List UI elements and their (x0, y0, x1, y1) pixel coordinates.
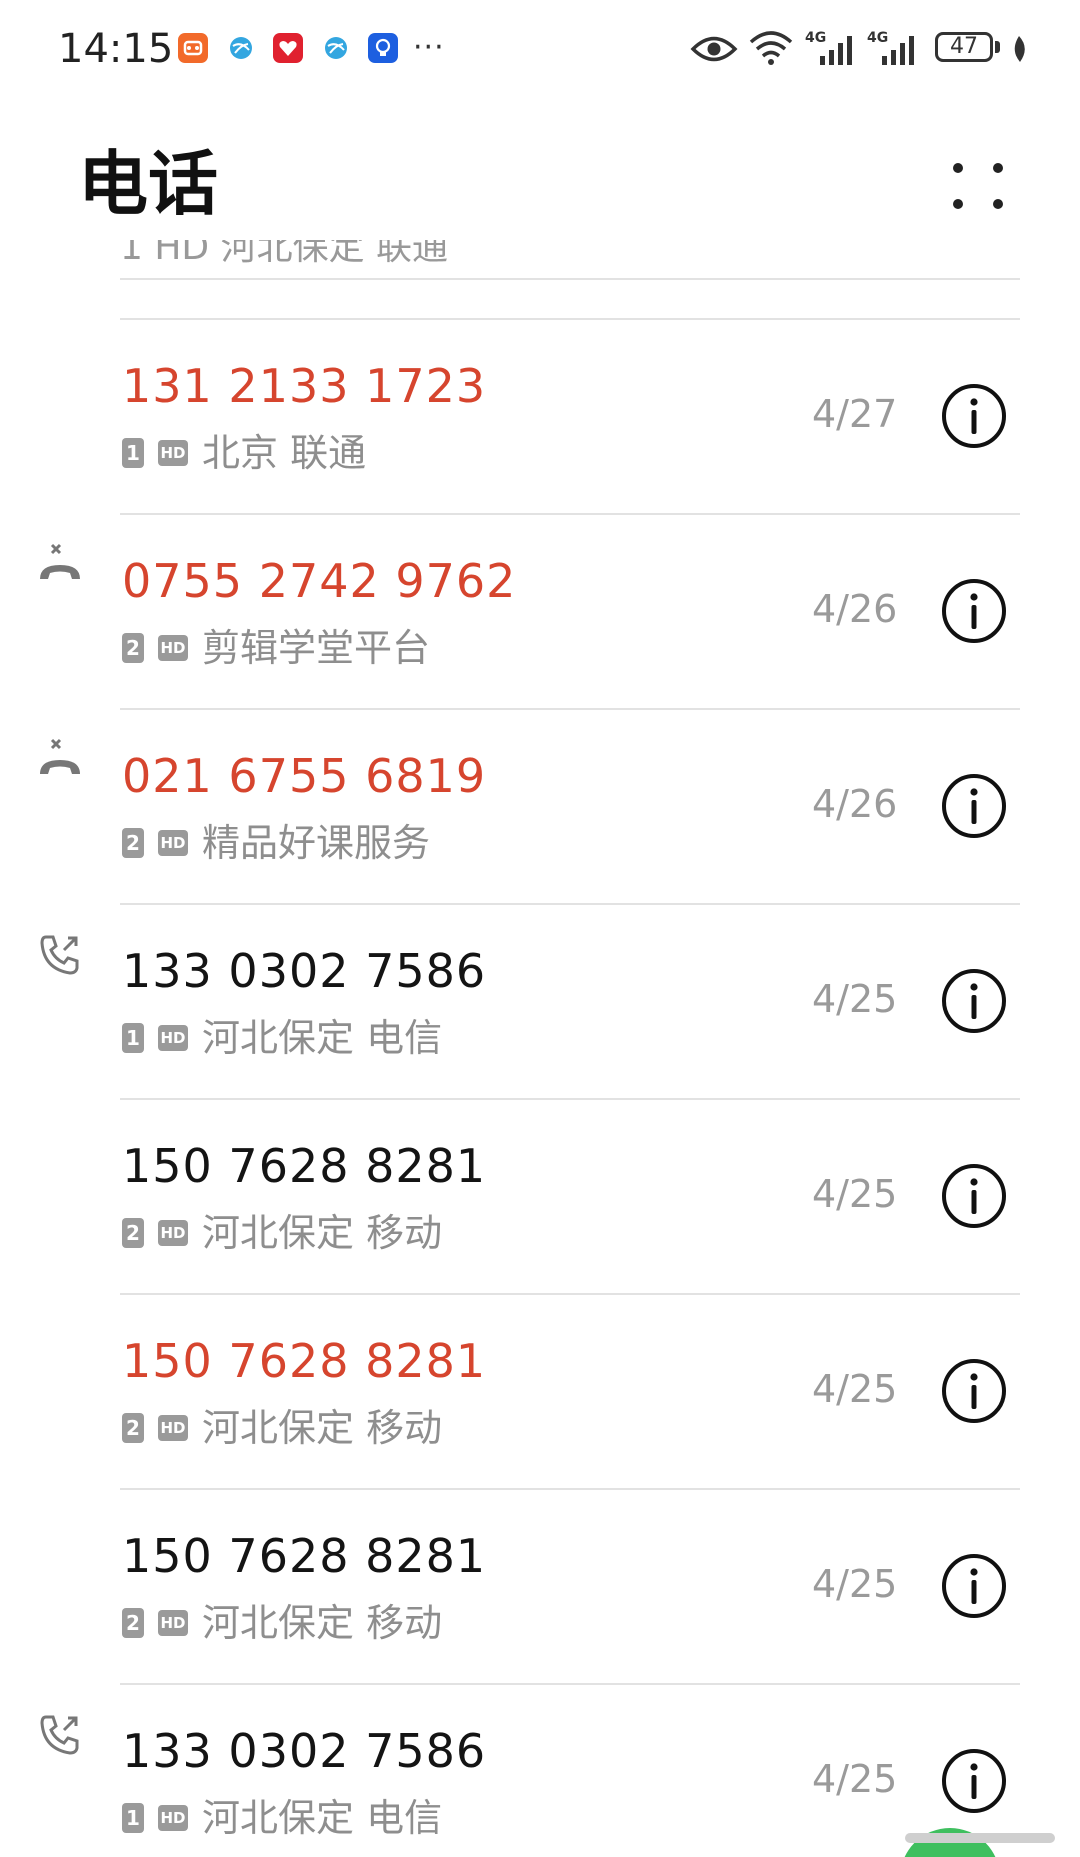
home-indicator[interactable] (905, 1833, 1055, 1843)
call-log-list: 1 HD 河北保定 联通 131 2133 1723 1 HD 北京 联通 4/27 07… (0, 0, 1080, 1857)
call-location: 剪辑学堂平台 (202, 626, 431, 670)
sim-card-badge: 1 (122, 1803, 144, 1833)
call-location: 河北保定 移动 (202, 1406, 443, 1450)
call-subline: 2 HD 精品好课服务 (122, 820, 430, 866)
call-date: 4/27 (812, 392, 898, 436)
call-row[interactable]: 021 6755 6819 2 HD 精品好课服务 4/26 (0, 710, 1080, 903)
hd-call-badge: HD (158, 635, 188, 661)
call-row[interactable]: 150 7628 8281 2 HD 河北保定 移动 4/25 (0, 1490, 1080, 1683)
sim-card-badge: 2 (122, 1413, 144, 1443)
info-icon[interactable] (940, 1747, 1008, 1815)
call-subline: 1 HD 河北保定 电信 (122, 1795, 442, 1841)
sim-card-badge: 2 (122, 828, 144, 858)
call-date: 4/25 (812, 977, 898, 1021)
call-date: 4/26 (812, 782, 898, 826)
rejected-call-icon (36, 541, 84, 589)
sim-card-badge: 2 (122, 633, 144, 663)
sim-card-badge: 1 (122, 438, 144, 468)
phone-screen: 14:15 ··· 4G 4G 47 电话 1 HD 河北保定 联通 131 2… (0, 0, 1080, 1857)
call-number: 133 0302 7586 (122, 944, 487, 998)
outgoing-call-icon (36, 931, 84, 979)
info-icon[interactable] (940, 382, 1008, 450)
call-number: 021 6755 6819 (122, 749, 487, 803)
info-icon[interactable] (940, 1552, 1008, 1620)
info-icon[interactable] (940, 1162, 1008, 1230)
call-row[interactable]: 0755 2742 9762 2 HD 剪辑学堂平台 4/26 (0, 515, 1080, 708)
call-subline: 1 HD 河北保定 电信 (122, 1015, 442, 1061)
hd-call-badge: HD (158, 1805, 188, 1831)
call-subline: 2 HD 剪辑学堂平台 (122, 625, 430, 671)
call-date: 4/26 (812, 587, 898, 631)
call-location: 河北保定 移动 (202, 1601, 443, 1645)
call-row[interactable]: 131 2133 1723 1 HD 北京 联通 4/27 (0, 320, 1080, 513)
hd-call-badge: HD (158, 1415, 188, 1441)
sim-card-badge: 2 (122, 1608, 144, 1638)
info-icon[interactable] (940, 1357, 1008, 1425)
call-subline: 2 HD 河北保定 移动 (122, 1210, 442, 1256)
info-icon[interactable] (940, 577, 1008, 645)
hd-call-badge: HD (158, 1025, 188, 1051)
call-location: 北京 联通 (202, 431, 367, 475)
call-location: 精品好课服务 (202, 821, 431, 865)
call-date: 4/25 (812, 1172, 898, 1216)
hd-call-badge: HD (158, 830, 188, 856)
call-number: 150 7628 8281 (122, 1139, 487, 1193)
info-icon[interactable] (940, 967, 1008, 1035)
call-number: 133 0302 7586 (122, 1724, 487, 1778)
call-date: 4/25 (812, 1367, 898, 1411)
partial-row-text: 1 HD 河北保定 联通 (120, 240, 449, 268)
call-number: 150 7628 8281 (122, 1334, 487, 1388)
rejected-call-icon (36, 736, 84, 784)
call-row[interactable]: 150 7628 8281 2 HD 河北保定 移动 4/25 (0, 1295, 1080, 1488)
call-date: 4/25 (812, 1757, 898, 1801)
sim-card-badge: 1 (122, 1023, 144, 1053)
call-number: 131 2133 1723 (122, 359, 487, 413)
call-row[interactable]: 133 0302 7586 1 HD 河北保定 电信 4/25 (0, 1685, 1080, 1857)
call-date: 4/25 (812, 1562, 898, 1606)
call-subline: 1 HD 北京 联通 (122, 430, 366, 476)
call-subline: 2 HD 河北保定 移动 (122, 1405, 442, 1451)
hd-call-badge: HD (158, 1220, 188, 1246)
info-icon[interactable] (940, 772, 1008, 840)
call-location: 河北保定 电信 (202, 1796, 443, 1840)
outgoing-call-icon (36, 1711, 84, 1759)
hd-call-badge: HD (158, 440, 188, 466)
call-location: 河北保定 移动 (202, 1211, 443, 1255)
call-row[interactable]: 133 0302 7586 1 HD 河北保定 电信 4/25 (0, 905, 1080, 1098)
partial-call-row[interactable]: 1 HD 河北保定 联通 (120, 240, 620, 280)
call-number: 150 7628 8281 (122, 1529, 487, 1583)
call-subline: 2 HD 河北保定 移动 (122, 1600, 442, 1646)
call-number: 0755 2742 9762 (122, 554, 517, 608)
call-location: 河北保定 电信 (202, 1016, 443, 1060)
sim-card-badge: 2 (122, 1218, 144, 1248)
call-row[interactable]: 150 7628 8281 2 HD 河北保定 移动 4/25 (0, 1100, 1080, 1293)
hd-call-badge: HD (158, 1610, 188, 1636)
row-divider (120, 278, 1020, 280)
